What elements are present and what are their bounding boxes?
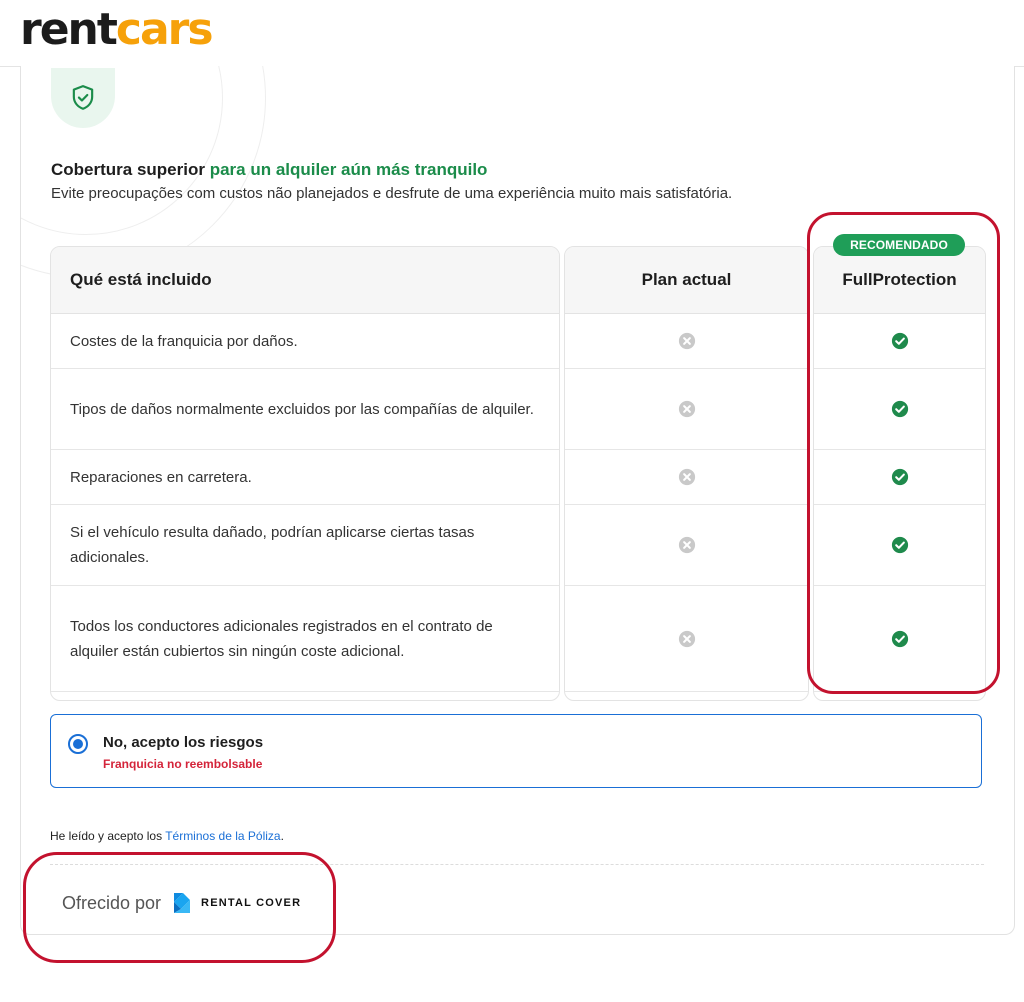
logo-text-rent: rent [20,4,118,55]
table-row [565,586,808,692]
rentcars-logo[interactable]: rentcars [20,4,214,55]
included-icon [891,400,908,418]
not-included-icon [678,468,695,486]
row-label: Todos los conductores adicionales regist… [70,617,493,660]
table-row: Costes de la franquicia por daños. [51,314,559,369]
not-included-icon [678,400,695,418]
terms-prefix: He leído y acepto los [50,829,166,843]
shield-check-icon [72,85,94,110]
not-included-icon [678,332,695,350]
policy-terms-link[interactable]: Términos de la Póliza [165,829,280,843]
table-row [814,505,985,586]
not-included-icon [678,630,695,647]
included-column: Qué está incluido Costes de la franquici… [50,246,560,701]
coverage-subtitle: Evite preocupações com custos não planej… [51,185,733,202]
coverage-title-main: Cobertura superior [51,160,205,179]
header-current-plan: Plan actual [565,247,808,314]
option-subtitle: Franquicia no reembolsable [103,757,263,771]
table-row: Todos los conductores adicionales regist… [51,586,559,692]
offered-by-label: Ofrecido por [62,892,162,913]
offered-by: Ofrecido por RENTAL COVER [62,892,301,914]
site-header: rentcars [0,0,1024,67]
included-icon [891,332,908,350]
table-row [814,314,985,369]
logo-text-cars: cars [115,4,214,55]
table-row [565,369,808,450]
table-row [814,586,985,692]
table-row [814,450,985,505]
table-row [565,505,808,586]
terms-text: He leído y acepto los Términos de la Pól… [50,829,284,843]
terms-suffix: . [280,829,284,843]
recommended-badge: RECOMENDADO [833,234,965,256]
row-label: Reparaciones en carretera. [70,468,252,486]
row-label: Costes de la franquicia por daños. [70,332,298,350]
divider [50,864,984,865]
coverage-title: Cobertura superior para un alquiler aún … [51,160,487,180]
table-row [814,369,985,450]
coverage-title-highlight: para un alquiler aún más tranquilo [209,160,488,179]
option-title: No, acepto los riesgos [103,734,264,751]
decline-radio[interactable] [68,734,88,754]
rental-cover-logo-icon [174,893,191,913]
table-row: Reparaciones en carretera. [51,450,559,505]
table-row [565,450,808,505]
decline-option[interactable]: No, acepto los riesgos Franquicia no ree… [50,714,982,788]
table-row: Tipos de daños normalmente excluidos por… [51,369,559,450]
not-included-icon [678,536,695,554]
row-label: Si el vehículo resulta dañado, podrían a… [70,524,475,566]
included-icon [891,468,908,486]
current-plan-column: Plan actual [564,246,809,701]
table-row [565,314,808,369]
fullprotection-column: FullProtection [813,246,986,701]
rental-cover-name: RENTAL COVER [201,897,302,909]
header-included: Qué está incluido [51,247,559,314]
protection-card: Cobertura superior para un alquiler aún … [20,66,1015,935]
header-fullprotection: FullProtection [814,247,985,314]
table-row: Si el vehículo resulta dañado, podrían a… [51,505,559,586]
row-label: Tipos de daños normalmente excluidos por… [70,400,534,418]
included-icon [891,630,908,647]
included-icon [891,536,908,554]
